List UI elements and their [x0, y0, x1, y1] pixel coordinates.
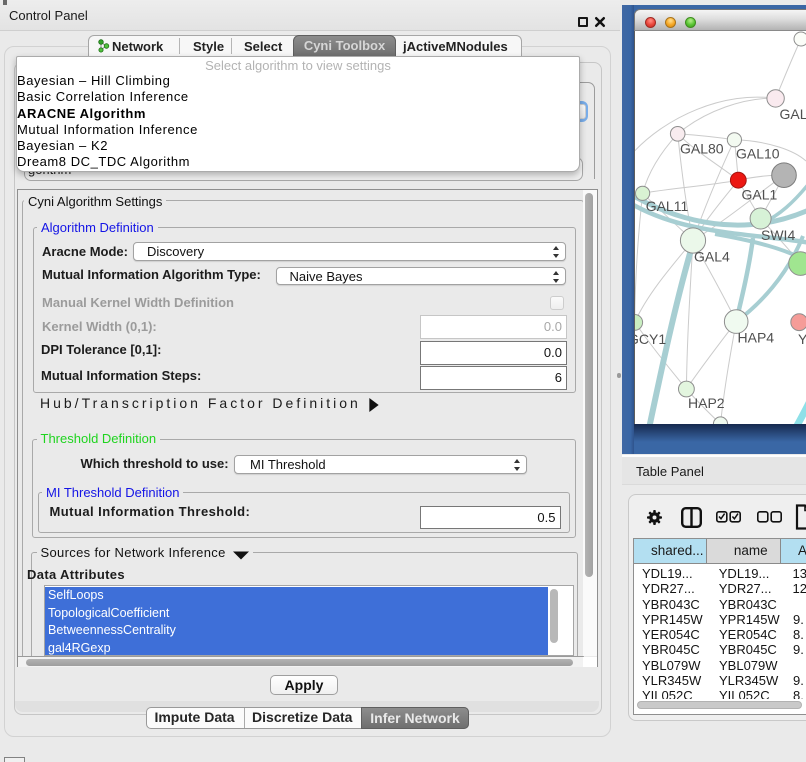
svg-text:SWI4: SWI4: [761, 227, 795, 243]
svg-text:Y: Y: [798, 331, 806, 347]
svg-text:GAL11: GAL11: [646, 198, 689, 214]
svg-text:HAP4: HAP4: [738, 330, 775, 346]
svg-text:GAL80: GAL80: [680, 141, 724, 157]
svg-text:GAL: GAL: [780, 106, 806, 122]
svg-text:GAL1: GAL1: [742, 186, 778, 202]
svg-text:GCY1: GCY1: [635, 331, 666, 347]
svg-text:GAL4: GAL4: [694, 249, 730, 265]
svg-text:GAL10: GAL10: [736, 146, 780, 162]
svg-text:HAP2: HAP2: [688, 395, 725, 411]
